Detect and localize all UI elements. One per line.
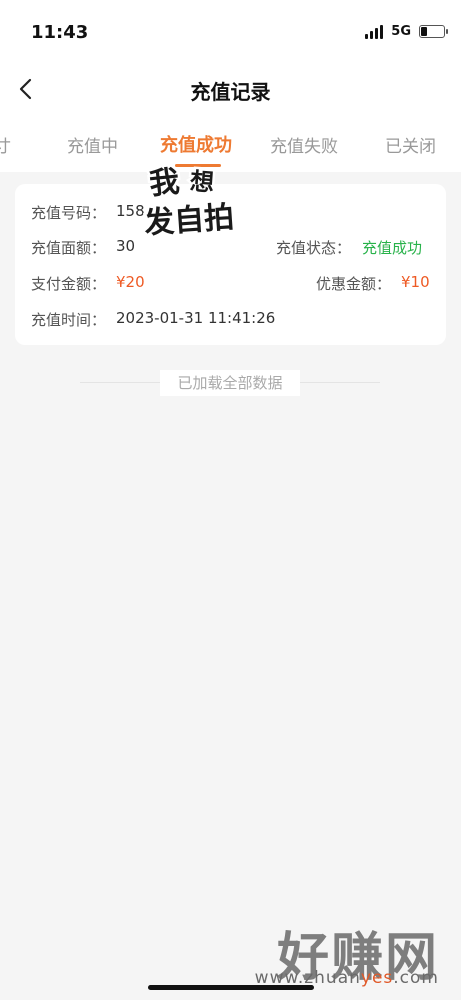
status-bar: 11:43 5G <box>0 0 461 66</box>
selfie-sticker-icon: 我 想 发自拍 <box>140 162 238 244</box>
navbar: 充值记录 <box>0 66 461 112</box>
tab-recharge-success[interactable]: 充值成功 <box>160 131 232 157</box>
recharge-number-label: 充值号码： <box>31 204 107 222</box>
recharge-time-value: 2023-01-31 11:41:26 <box>116 309 276 327</box>
signal-icon <box>365 24 384 39</box>
tab-recharging[interactable]: 充值中 <box>67 132 118 157</box>
status-badge: 充值成功 <box>362 239 423 257</box>
tab-recharge-failed[interactable]: 充值失败 <box>270 132 338 157</box>
face-value: 30 <box>116 237 136 255</box>
sticker-image: 我 想 发自拍 <box>140 158 252 244</box>
pay-amount-label: 支付金额： <box>31 275 107 293</box>
recharge-status-label: 充值状态： <box>276 239 352 257</box>
face-value-label: 充值面额： <box>31 239 107 257</box>
loaded-all-text: 已加载全部数据 <box>160 370 300 396</box>
status-time: 11:43 <box>31 22 89 43</box>
network-type: 5G <box>391 24 411 39</box>
watermark-url-highlight: yes <box>360 968 394 988</box>
home-indicator[interactable] <box>148 985 314 990</box>
svg-text:我: 我 <box>148 164 181 202</box>
recharge-time-label: 充值时间： <box>31 311 107 329</box>
tab-closed[interactable]: 已关闭 <box>385 132 436 157</box>
watermark-url-suffix: .com <box>393 968 439 988</box>
tab-pending-payment[interactable]: 寸 <box>0 132 11 157</box>
discount-amount-value: ¥10 <box>401 273 430 291</box>
svg-text:想: 想 <box>189 167 215 197</box>
load-complete-indicator: 已加载全部数据 <box>80 370 380 396</box>
pay-amount-value: ¥20 <box>116 273 145 291</box>
discount-amount-label: 优惠金额： <box>316 275 392 293</box>
svg-text:发自拍: 发自拍 <box>142 200 235 238</box>
status-indicators: 5G <box>365 24 448 39</box>
battery-icon <box>419 25 448 38</box>
page-title: 充值记录 <box>190 80 271 104</box>
